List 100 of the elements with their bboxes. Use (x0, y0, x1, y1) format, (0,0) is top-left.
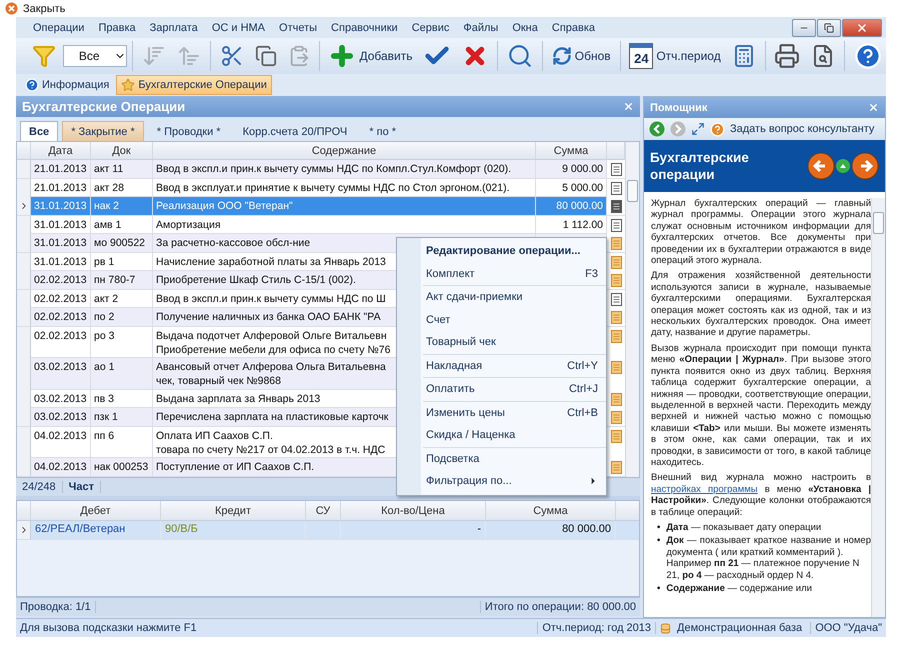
document-icon (610, 430, 622, 443)
document-icon (610, 163, 622, 176)
restore-button[interactable] (817, 18, 841, 36)
column-header[interactable]: Кол-во/Цена (341, 501, 486, 520)
table-cell: мо 900522 (91, 234, 153, 252)
operation-total: Итого по операции: 80 000.00 (480, 601, 640, 613)
filter-tab[interactable]: Все (20, 121, 58, 141)
table-cell: 31.01.2013 (31, 197, 91, 216)
column-header[interactable]: Содержание (153, 142, 536, 160)
table-cell-text: Выдача подотчет Алферовой Ольге Витальевн (156, 328, 387, 343)
scrollbar[interactable] (871, 198, 885, 617)
close-icon[interactable] (623, 101, 634, 112)
help-heading: Бухгалтерские операции (650, 149, 750, 183)
refresh-button[interactable]: Обнов (548, 40, 615, 72)
navigation-drawing[interactable] (807, 150, 879, 182)
panel-title: Бухгалтерские Операции (22, 99, 186, 114)
column-header[interactable]: Дата (31, 142, 91, 160)
table-cell-text: Реализация ООО "Ветеран" (156, 199, 293, 214)
filter-select[interactable]: Все (63, 45, 128, 67)
bullet-mark: • (657, 583, 660, 594)
panel-title: Помощник (650, 102, 708, 114)
table-cell-text: Перечислена зарплата на пластиковые карточк (156, 410, 388, 424)
report-period-button[interactable]: 24 Отч.период (625, 40, 725, 72)
menu-item[interactable]: Операции (26, 22, 92, 34)
table-cell: 90/В/Б (161, 521, 306, 539)
help-icon (25, 78, 39, 92)
column-header[interactable]: Дебет (31, 501, 161, 520)
table-cell: по 2 (91, 308, 153, 326)
menu-item[interactable]: Окна (505, 22, 545, 34)
menu-item[interactable]: Скидка / Наценка (397, 424, 606, 446)
table-row[interactable]: 21.01.2013 акт 11 Ввод в экспл.и прин.к вычету суммы НДС по Компл.Стул.Комфорт (020). 9 000.00 (17, 160, 625, 179)
settings-link[interactable]: настройках программы (651, 484, 758, 495)
window-tab[interactable]: Информация (20, 75, 114, 95)
column-header[interactable]: Док (91, 142, 153, 160)
menu-item[interactable]: Товарный чек (397, 331, 606, 354)
report-period: Отч.период: год 2013 (537, 622, 656, 634)
menu-item[interactable]: Сервис (404, 22, 456, 34)
document-icon (610, 361, 622, 374)
menu-item[interactable]: ОС и НМА (204, 22, 272, 34)
table-cell: нак 000253 (91, 458, 153, 476)
table-cell: 21.01.2013 (31, 160, 91, 178)
table-cell: 03.02.2013 (31, 408, 91, 426)
column-header[interactable]: Сумма (536, 142, 607, 160)
view-mode: Част (62, 481, 102, 493)
table-cell-text: Начисление заработной платы за Январь 2013 (156, 254, 386, 269)
table-cell: 31.01.2013 (31, 234, 91, 252)
document-icon (610, 182, 622, 195)
table-cell-text: Ввод в эксплуат.и принятие к вычету суммы НДС по Стол эргоном.(021). (156, 180, 510, 195)
window-title: Закрыть (23, 2, 66, 14)
window-tab[interactable]: Бухгалтерские Операции (116, 75, 272, 95)
column-header[interactable]: Сумма (486, 501, 616, 520)
menu-item[interactable]: Файлы (456, 22, 506, 34)
table-cell: пн 780-7 (91, 271, 153, 290)
table-cell-text: Авансовый отчет Алферова Ольга Витальевна (156, 360, 386, 374)
table-cell: 02.02.2013 (31, 271, 91, 290)
close-button[interactable] (842, 18, 882, 36)
table-row[interactable]: 21.01.2013 акт 28 Ввод в эксплуат.и принятие к вычету суммы НДС по Стол эргоном.(021). 5 000.00 (17, 178, 625, 198)
help-paragraph: Внешний вид журнала можно настроить в настройках программы в меню «Установка | Настройки». Следующие колонки отображаются в таблице операций: (651, 472, 871, 518)
menu-item[interactable]: Зарплата (142, 22, 205, 34)
table-row[interactable]: 31.01.2013 амв 1 Амортизация 1 112.00 (17, 216, 625, 234)
close-icon[interactable] (5, 2, 18, 15)
sort-descending-icon (142, 44, 166, 68)
menu-item[interactable]: Отчеты (272, 22, 324, 34)
menu-item[interactable]: Справка (544, 22, 602, 34)
table-cell-text: товара по счету №217 от 04.02.2013 в т.ч. НДС (156, 442, 386, 457)
filter-tab[interactable]: * Проводки * (148, 121, 230, 141)
entry-counter: Проводка: 1/1 (16, 601, 96, 613)
document-icon (610, 237, 622, 250)
filter-tab[interactable]: * Закрытие * (62, 121, 144, 141)
close-icon (856, 22, 868, 34)
database-name: Демонстрационная база (676, 622, 804, 634)
column-header[interactable]: Кредит (161, 501, 306, 520)
calendar-icon: 24 (629, 43, 654, 69)
document-icon (610, 411, 622, 424)
back-icon[interactable] (649, 121, 665, 137)
scissors-icon (220, 44, 244, 68)
table-row[interactable]: 62/РЕАЛ/Ветеран 90/В/Б - 80 000.00 (17, 521, 639, 540)
filter-tab[interactable]: Корр.счета 20/ПРОЧ (234, 121, 356, 141)
menu-item[interactable]: Справочники (324, 22, 405, 34)
filter-tab[interactable]: * по * (360, 121, 406, 141)
document-icon (610, 292, 622, 306)
scrollbar[interactable] (625, 142, 639, 477)
table-cell: пзк 1 (91, 408, 153, 426)
document-icon (610, 256, 622, 269)
close-icon[interactable] (868, 102, 879, 113)
document-icon (610, 330, 622, 343)
help-paragraph: Журнал бухгалтерских операций — главный журнал программы. Операции этого журнала служат основным источником информации для бухгалтерских отчетов. Все документы при проведении их в бухгалтерии отражаются в виде операций этого журнала. (651, 198, 871, 266)
table-cell-text: чек, товарный чек №9868 (156, 374, 281, 388)
document-icon (610, 311, 622, 324)
expand-icon[interactable] (691, 122, 705, 136)
add-button[interactable]: Добавить (324, 40, 416, 72)
column-header[interactable]: СУ (306, 501, 341, 520)
sort-ascending-icon (177, 44, 202, 68)
menu-item[interactable]: Правка (91, 22, 143, 34)
table-cell: - (341, 521, 486, 539)
document-icon (610, 200, 622, 214)
refresh-icon (552, 46, 572, 66)
document-icon (610, 392, 622, 406)
help-list-item: Дата — показывает дату операции (666, 522, 822, 534)
help-paragraph: Для отражения хозяйственной деятельности используются записи в журнале, называемые бухгалтерскими операциями. Бухгалтерская операция может состоять как из одной, так и из нескольких бухгалтерских проводок. Она имеет дату, название и другие параметры. (651, 270, 871, 339)
